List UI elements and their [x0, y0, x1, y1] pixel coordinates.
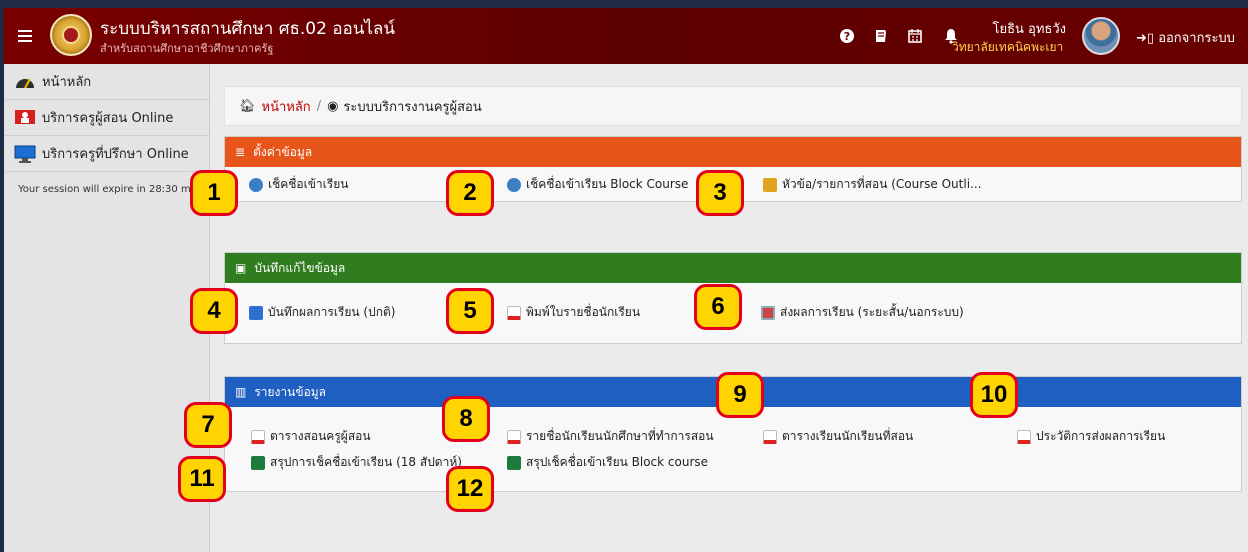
folder-icon — [763, 177, 777, 192]
save-icon: ▣ — [235, 261, 247, 275]
annotation-badge: 7 — [184, 402, 232, 448]
breadcrumb-separator: / — [316, 98, 322, 114]
annotation-badge: 9 — [716, 372, 764, 418]
link-record-grades[interactable]: บันทึกผลการเรียน (ปกติ) — [249, 303, 395, 322]
link-label: สรุปเช็คชื่อเข้าเรียน Block course — [526, 455, 709, 469]
sidebar-item-teacher-service[interactable]: บริการครูผู้สอน Online — [4, 100, 209, 136]
link-label: ส่งผลการเรียน (ระยะสั้น/นอกระบบ) — [780, 305, 964, 319]
panel-title: ตั้งค่าข้อมูล — [253, 144, 313, 159]
session-timer: Your session will expire in 28:30 min — [18, 184, 200, 195]
edit-icon — [249, 305, 263, 320]
link-label: สรุปการเช็คชื่อเข้าเรียน (18 สัปดาห์) — [270, 455, 462, 469]
link-grade-submission-history[interactable]: ประวัติการส่งผลการเรียน — [1017, 427, 1165, 446]
link-label: เช็คชื่อเข้าเรียน — [268, 177, 349, 191]
annotation-badge: 5 — [446, 288, 494, 334]
panel-header: ≣ ตั้งค่าข้อมูล — [225, 137, 1241, 167]
link-attendance-block-course[interactable]: เช็คชื่อเข้าเรียน Block Course — [507, 175, 688, 194]
svg-text:?: ? — [844, 30, 850, 43]
link-attendance-summary-18-weeks[interactable]: สรุปการเช็คชื่อเข้าเรียน (18 สัปดาห์) — [251, 453, 462, 472]
link-label: พิมพ์ใบรายชื่อนักเรียน — [526, 305, 641, 319]
link-student-list-taught[interactable]: รายชื่อนักเรียนนักศึกษาที่ทำการสอน — [507, 427, 714, 446]
pdf-icon — [763, 429, 777, 444]
user-circle-icon: ◉ — [327, 98, 339, 114]
app-subtitle: สำหรับสถานศึกษาอาชีวศึกษาภาครัฐ — [100, 42, 274, 55]
home-icon: 🏠︎ — [239, 98, 256, 114]
bar-chart-icon: ▥ — [235, 385, 247, 399]
panel-title: บันทึกแก้ไขข้อมูล — [254, 260, 346, 275]
link-attendance[interactable]: เช็คชื่อเข้าเรียน — [249, 175, 348, 194]
pdf-icon — [251, 429, 265, 444]
user-check-icon — [507, 177, 521, 192]
sidebar-item-label: บริการครูที่ปรึกษา Online — [42, 147, 189, 162]
link-print-student-list[interactable]: พิมพ์ใบรายชื่อนักเรียน — [507, 303, 640, 322]
link-label: บันทึกผลการเรียน (ปกติ) — [268, 305, 396, 319]
calendar-icon[interactable] — [906, 28, 924, 46]
excel-icon — [507, 455, 521, 470]
panel-header: ▣ บันทึกแก้ไขข้อมูล — [225, 253, 1241, 283]
avatar[interactable] — [1082, 17, 1120, 55]
teacher-icon — [14, 109, 36, 127]
app-title: ระบบบริหารสถานศึกษา ศธ.02 ออนไลน์ — [100, 19, 395, 39]
user-name: โยธิน อุทธวัง — [992, 22, 1066, 37]
annotation-badge: 1 — [190, 170, 238, 216]
link-submit-grades-short[interactable]: ส่งผลการเรียน (ระยะสั้น/นอกระบบ) — [761, 303, 964, 322]
top-header: ระบบบริหารสถานศึกษา ศธ.02 ออนไลน์ สำหรับ… — [4, 8, 1248, 64]
annotation-badge: 3 — [696, 170, 744, 216]
link-label: ประวัติการส่งผลการเรียน — [1036, 429, 1166, 443]
database-icon: ≣ — [235, 145, 246, 159]
annotation-badge: 10 — [970, 372, 1018, 418]
breadcrumb-current: ระบบบริการงานครูผู้สอน — [343, 99, 482, 115]
excel-icon — [251, 455, 265, 470]
pdf-icon — [507, 305, 521, 320]
breadcrumb: 🏠︎ หน้าหลัก / ◉ ระบบบริการงานครูผู้สอน — [224, 86, 1242, 126]
annotation-badge: 4 — [190, 288, 238, 334]
app-window: ระบบบริหารสถานศึกษา ศธ.02 ออนไลน์ สำหรับ… — [4, 8, 1248, 552]
link-course-outline[interactable]: หัวข้อ/รายการที่สอน (Course Outli... — [763, 175, 981, 194]
institution-logo — [50, 14, 92, 56]
dashboard-icon — [14, 73, 36, 91]
clipboard-icon — [761, 305, 775, 320]
link-teaching-schedule[interactable]: ตารางสอนครูผู้สอน — [251, 427, 371, 446]
logout-button[interactable]: ➜▯ ออกจากระบบ — [1136, 27, 1235, 48]
link-attendance-summary-block-course[interactable]: สรุปเช็คชื่อเข้าเรียน Block course — [507, 453, 708, 472]
help-icon[interactable]: ? — [838, 28, 856, 46]
menu-toggle-icon[interactable] — [18, 30, 32, 42]
sidebar-item-home[interactable]: หน้าหลัก — [4, 64, 209, 100]
breadcrumb-home[interactable]: หน้าหลัก — [262, 96, 311, 117]
link-label: ตารางเรียนนักเรียนที่สอน — [782, 429, 914, 443]
annotation-badge: 2 — [446, 170, 494, 216]
pdf-icon — [1017, 429, 1031, 444]
link-label: หัวข้อ/รายการที่สอน (Course Outli... — [782, 177, 982, 191]
logout-label: ออกจากระบบ — [1158, 31, 1235, 46]
book-icon[interactable] — [872, 28, 890, 46]
sidebar-item-label: บริการครูผู้สอน Online — [42, 111, 174, 126]
link-label: ตารางสอนครูผู้สอน — [270, 429, 371, 443]
pdf-icon — [507, 429, 521, 444]
link-student-schedule[interactable]: ตารางเรียนนักเรียนที่สอน — [763, 427, 913, 446]
annotation-badge: 11 — [178, 456, 226, 502]
panel-title: รายงานข้อมูล — [254, 384, 327, 399]
logout-icon: ➜▯ — [1136, 31, 1155, 46]
link-label: เช็คชื่อเข้าเรียน Block Course — [526, 177, 689, 191]
annotation-badge: 6 — [694, 284, 742, 330]
link-label: รายชื่อนักเรียนนักศึกษาที่ทำการสอน — [526, 429, 714, 443]
monitor-icon — [14, 145, 36, 163]
annotation-badge: 12 — [446, 466, 494, 512]
annotation-badge: 8 — [442, 396, 490, 442]
sidebar-item-label: หน้าหลัก — [42, 75, 92, 90]
user-check-icon — [249, 177, 263, 192]
user-organization: วิทยาลัยเทคนิคพะเยา — [952, 40, 1064, 54]
sidebar-item-advisor-service[interactable]: บริการครูที่ปรึกษา Online — [4, 136, 209, 172]
